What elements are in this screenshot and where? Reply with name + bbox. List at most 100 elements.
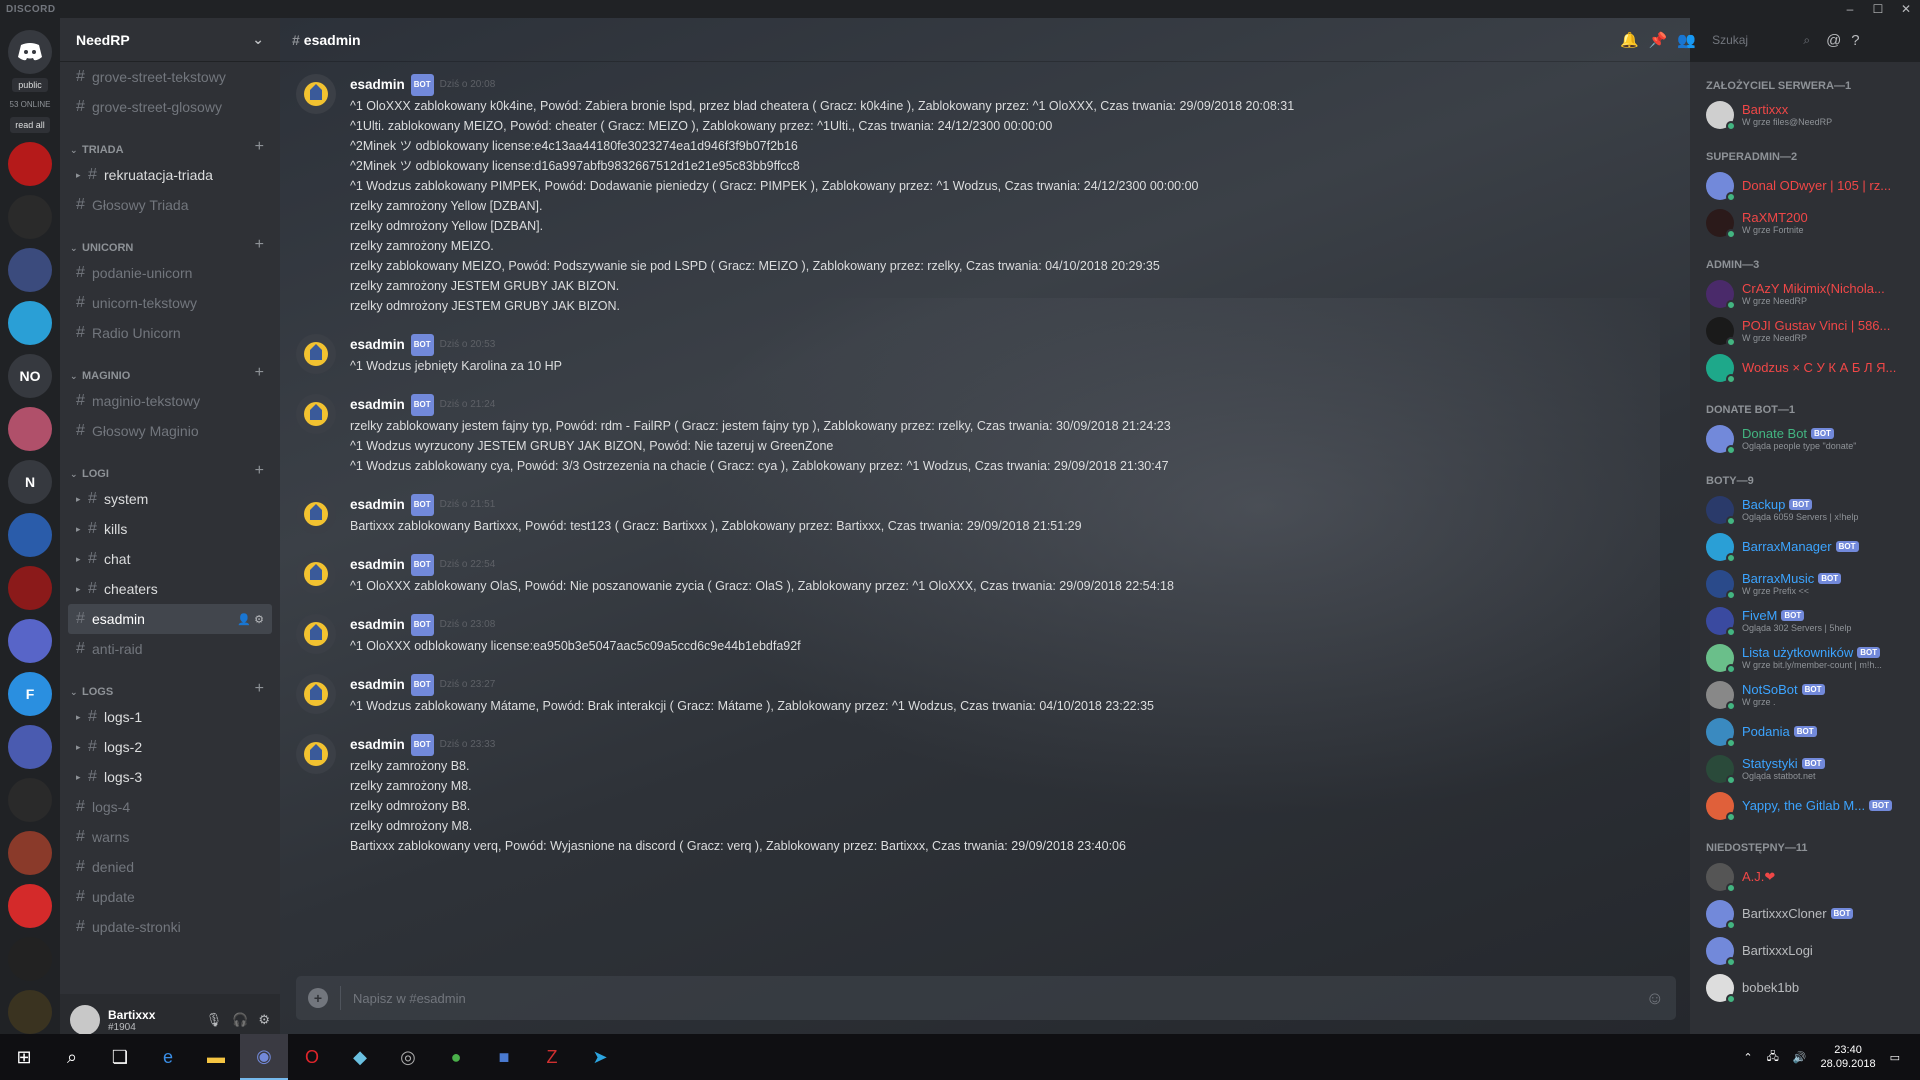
- channel-item[interactable]: # unicorn-tekstowy: [60, 288, 280, 318]
- task-view-icon[interactable]: ❏: [96, 1034, 144, 1080]
- channel-item[interactable]: # Radio Unicorn: [60, 318, 280, 348]
- file-explorer-icon[interactable]: ▬: [192, 1034, 240, 1080]
- channel-item[interactable]: ▸ # logs-3: [60, 762, 280, 792]
- mute-icon[interactable]: 🎙: [206, 1012, 223, 1028]
- channel-item[interactable]: ▸ # cheaters: [60, 574, 280, 604]
- guild-icon[interactable]: [8, 407, 52, 451]
- member-item[interactable]: RaXMT200 W grze Fortnite: [1690, 204, 1920, 241]
- member-item[interactable]: NotSoBot BOT W grze .: [1690, 676, 1920, 713]
- channel-item[interactable]: # Głosowy Maginio: [60, 416, 280, 446]
- member-item[interactable]: BartixxxLogi: [1690, 932, 1920, 969]
- avatar[interactable]: [296, 494, 336, 534]
- channel-item[interactable]: ▸ # kills: [60, 514, 280, 544]
- opera-icon[interactable]: O: [288, 1034, 336, 1080]
- member-item[interactable]: BarraxMusic BOT W grze Prefix <<: [1690, 565, 1920, 602]
- channel-item[interactable]: # grove-street-glosowy: [60, 92, 280, 122]
- volume-icon[interactable]: 🔊: [1793, 1051, 1807, 1064]
- member-item[interactable]: Podania BOT: [1690, 713, 1920, 750]
- message-composer[interactable]: + Napisz w #esadmin ☺: [296, 976, 1676, 1020]
- telegram-icon[interactable]: ➤: [576, 1034, 624, 1080]
- member-item[interactable]: Wodzus × С У К А Б Л Я...: [1690, 349, 1920, 386]
- category-unicorn[interactable]: ⌄ UNICORN +: [60, 228, 280, 258]
- guild-icon[interactable]: NO: [8, 354, 52, 398]
- guild-icon[interactable]: F: [8, 672, 52, 716]
- mention-icon[interactable]: @: [1826, 32, 1841, 49]
- member-item[interactable]: CrAzY Mikimix(Nichola... W grze NeedRP: [1690, 275, 1920, 312]
- message-author[interactable]: esadmin: [350, 335, 405, 355]
- member-item[interactable]: Bartixxx W grze files@NeedRP: [1690, 96, 1920, 133]
- channel-item[interactable]: # podanie-unicorn: [60, 258, 280, 288]
- member-item[interactable]: Lista użytkowników BOT W grze bit.ly/membe…: [1690, 639, 1920, 676]
- guild-icon[interactable]: [8, 566, 52, 610]
- invite-settings-icons[interactable]: 👤 ⚙: [237, 613, 264, 626]
- guild-icon[interactable]: [8, 248, 52, 292]
- guild-icon[interactable]: [8, 831, 52, 875]
- channel-item[interactable]: ▸ # chat: [60, 544, 280, 574]
- close-icon[interactable]: ✕: [1892, 0, 1920, 18]
- app-icon[interactable]: ◎: [384, 1034, 432, 1080]
- network-icon[interactable]: 🖧: [1767, 1048, 1779, 1067]
- message-author[interactable]: esadmin: [350, 615, 405, 635]
- members-icon[interactable]: 👥: [1677, 31, 1696, 49]
- channel-item[interactable]: ▸ # logs-2: [60, 732, 280, 762]
- add-channel-icon[interactable]: +: [255, 138, 264, 156]
- filezilla-icon[interactable]: Z: [528, 1034, 576, 1080]
- bell-icon[interactable]: 🔔: [1620, 31, 1639, 49]
- member-item[interactable]: Donate Bot BOT Ogląda people type "donate": [1690, 420, 1920, 457]
- channel-item[interactable]: ▸ # rekruatacja-triada: [60, 160, 280, 190]
- member-item[interactable]: Donal ODwyer | 105 | rz...: [1690, 167, 1920, 204]
- guild-icon[interactable]: [8, 937, 52, 981]
- avatar[interactable]: [296, 554, 336, 594]
- channel-item[interactable]: # grove-street-tekstowy: [60, 62, 280, 92]
- guild-icon[interactable]: [8, 990, 52, 1034]
- avatar[interactable]: [70, 1005, 100, 1035]
- channel-item[interactable]: # warns: [60, 822, 280, 852]
- chevron-up-icon[interactable]: ⌃: [1743, 1051, 1752, 1064]
- member-item[interactable]: FiveM BOT Ogląda 302 Servers | 5help: [1690, 602, 1920, 639]
- message-input[interactable]: Napisz w #esadmin: [353, 991, 466, 1006]
- member-item[interactable]: BarraxManager BOT: [1690, 528, 1920, 565]
- channel-item[interactable]: # update-stronki: [60, 912, 280, 942]
- guild-icon[interactable]: [8, 619, 52, 663]
- member-item[interactable]: POJI Gustav Vinci | 586... W grze NeedRP: [1690, 312, 1920, 349]
- search-icon[interactable]: ⌕: [48, 1034, 96, 1080]
- channel-item[interactable]: ▸ # system: [60, 484, 280, 514]
- guild-icon[interactable]: [8, 142, 52, 186]
- minimize-icon[interactable]: –: [1836, 0, 1864, 18]
- category-triada[interactable]: ⌄ TRIADA +: [60, 130, 280, 160]
- message-author[interactable]: esadmin: [350, 735, 405, 755]
- edge-icon[interactable]: e: [144, 1034, 192, 1080]
- add-channel-icon[interactable]: +: [255, 364, 264, 382]
- channel-item[interactable]: # maginio-tekstowy: [60, 386, 280, 416]
- avatar[interactable]: [296, 74, 336, 114]
- search-input[interactable]: Szukaj ⌕: [1706, 28, 1817, 52]
- channel-item[interactable]: # logs-4: [60, 792, 280, 822]
- avatar[interactable]: [296, 674, 336, 714]
- maximize-icon[interactable]: ☐: [1864, 0, 1892, 18]
- guild-icon[interactable]: [8, 513, 52, 557]
- chevron-down-icon[interactable]: ⌄: [252, 31, 264, 48]
- guild-icon[interactable]: N: [8, 460, 52, 504]
- channel-item[interactable]: # anti-raid: [60, 634, 280, 664]
- message-author[interactable]: esadmin: [350, 555, 405, 575]
- member-item[interactable]: Backup BOT Ogląda 6059 Servers | x!help: [1690, 491, 1920, 528]
- channel-item[interactable]: ▸ # logs-1: [60, 702, 280, 732]
- message-author[interactable]: esadmin: [350, 675, 405, 695]
- channel-item[interactable]: # denied: [60, 852, 280, 882]
- channel-item[interactable]: # update: [60, 882, 280, 912]
- emoji-icon[interactable]: ☺: [1646, 988, 1664, 1009]
- category-maginio[interactable]: ⌄ MAGINIO +: [60, 356, 280, 386]
- notifications-icon[interactable]: ▭: [1890, 1051, 1900, 1064]
- server-header[interactable]: NeedRP ⌄: [60, 18, 280, 62]
- member-item[interactable]: Yappy, the Gitlab M... BOT: [1690, 787, 1920, 824]
- message-author[interactable]: esadmin: [350, 75, 405, 95]
- avatar[interactable]: [296, 334, 336, 374]
- app-icon[interactable]: ◆: [336, 1034, 384, 1080]
- add-channel-icon[interactable]: +: [255, 680, 264, 698]
- guild-icon[interactable]: [8, 884, 52, 928]
- avatar[interactable]: [296, 394, 336, 434]
- headphones-icon[interactable]: 🎧: [232, 1012, 248, 1028]
- read-all-button[interactable]: read all: [10, 117, 50, 133]
- guild-icon[interactable]: [8, 301, 52, 345]
- channel-item-active[interactable]: # esadmin 👤 ⚙: [68, 604, 272, 634]
